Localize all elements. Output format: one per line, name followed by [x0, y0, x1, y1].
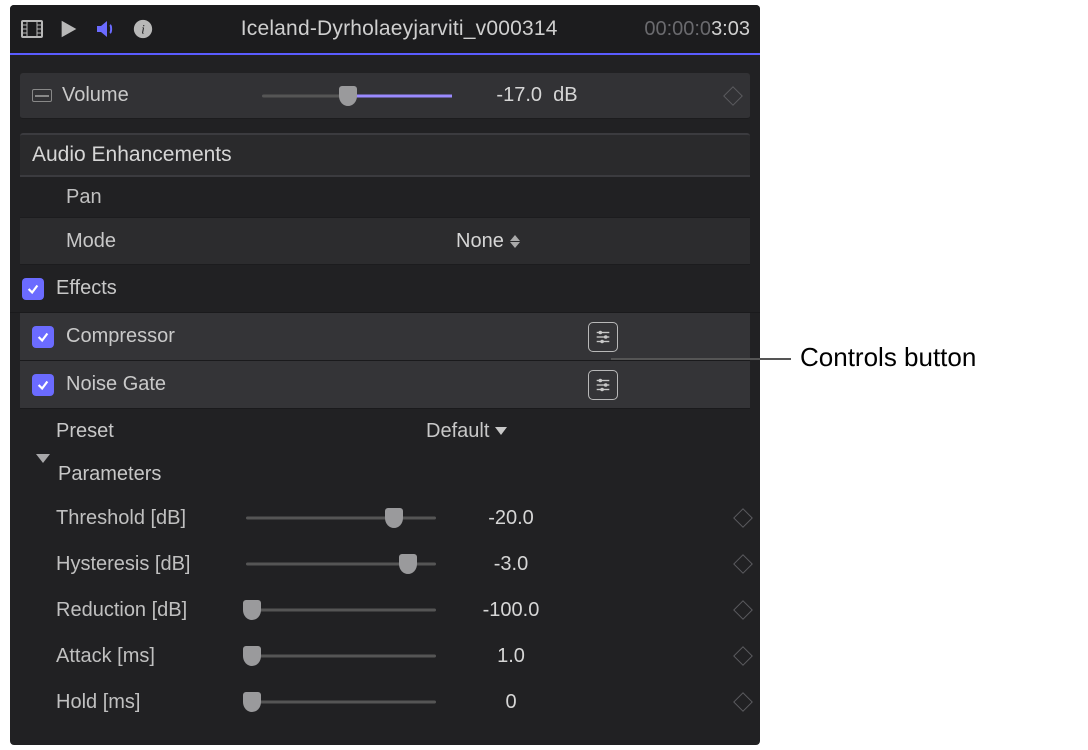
pan-mode-select[interactable]: None	[456, 230, 520, 253]
audio-inspector-panel: i Iceland-Dyrholaeyjarviti_v000314 00:00…	[10, 5, 760, 745]
parameters-header[interactable]: Parameters	[10, 453, 760, 495]
effects-checkbox[interactable]	[22, 278, 44, 300]
keyframe-button[interactable]	[736, 557, 750, 571]
param-label: Hysteresis [dB]	[56, 553, 246, 576]
panel-icon	[32, 89, 52, 102]
keyframe-button[interactable]	[736, 511, 750, 525]
param-row: Threshold [dB] -20.0	[10, 495, 760, 541]
param-row: Reduction [dB] -100.0	[10, 587, 760, 633]
volume-value[interactable]: -17.0 dB	[472, 84, 602, 107]
keyframe-button[interactable]	[736, 695, 750, 709]
audio-enhancements-header[interactable]: Audio Enhancements	[20, 133, 750, 177]
preset-select[interactable]: Default	[426, 420, 507, 443]
effect-row-noisegate: Noise Gate	[20, 361, 750, 409]
info-tab-icon[interactable]: i	[132, 18, 154, 40]
pan-label-row: Pan	[20, 177, 750, 217]
param-value[interactable]: 1.0	[456, 645, 566, 668]
effects-header: Effects	[10, 265, 760, 313]
controls-button[interactable]	[588, 370, 618, 400]
clip-title: Iceland-Dyrholaeyjarviti_v000314	[154, 17, 644, 41]
param-label: Reduction [dB]	[56, 599, 246, 622]
param-value[interactable]: -20.0	[456, 507, 566, 530]
param-value[interactable]: -3.0	[456, 553, 566, 576]
timecode-prefix: 00:00:0	[644, 18, 711, 40]
timecode: 00:00:03:03	[644, 18, 750, 41]
pan-mode-row: Mode None	[20, 217, 750, 265]
inspector-header: i Iceland-Dyrholaeyjarviti_v000314 00:00…	[10, 5, 760, 55]
volume-row: Volume -17.0 dB	[20, 73, 750, 119]
audio-tab-icon[interactable]	[94, 17, 118, 41]
callout-label: Controls button	[800, 342, 976, 373]
color-tab-icon[interactable]	[58, 18, 80, 40]
timecode-seconds: 3:03	[711, 18, 750, 40]
callout-line	[611, 358, 791, 360]
video-tab-icon[interactable]	[20, 17, 44, 41]
keyframe-button[interactable]	[726, 89, 740, 103]
param-row: Hysteresis [dB] -3.0	[10, 541, 760, 587]
noisegate-checkbox[interactable]	[32, 374, 54, 396]
compressor-checkbox[interactable]	[32, 326, 54, 348]
param-label: Threshold [dB]	[56, 507, 246, 530]
keyframe-button[interactable]	[736, 649, 750, 663]
param-value[interactable]: 0	[456, 691, 566, 714]
volume-label: Volume	[62, 84, 262, 107]
disclosure-triangle-icon	[36, 454, 50, 485]
effect-row-compressor: Compressor	[20, 313, 750, 361]
param-label: Attack [ms]	[56, 645, 246, 668]
preset-row: Preset Default	[10, 409, 760, 453]
param-label: Hold [ms]	[56, 691, 246, 714]
keyframe-button[interactable]	[736, 603, 750, 617]
svg-text:i: i	[141, 23, 145, 37]
chevron-down-icon	[495, 427, 507, 435]
param-value[interactable]: -100.0	[456, 599, 566, 622]
param-row: Hold [ms] 0	[10, 679, 760, 725]
chevron-updown-icon	[510, 235, 520, 248]
controls-button[interactable]	[588, 322, 618, 352]
param-row: Attack [ms] 1.0	[10, 633, 760, 679]
